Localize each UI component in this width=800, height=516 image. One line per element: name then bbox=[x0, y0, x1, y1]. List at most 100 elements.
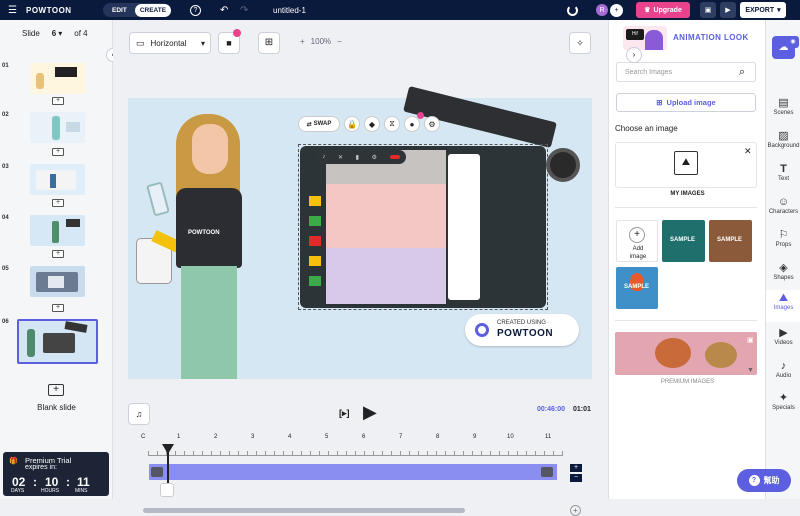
zoom-in-button[interactable]: + bbox=[300, 37, 305, 46]
settings-icon[interactable]: ⚙ bbox=[424, 116, 440, 132]
search-placeholder: Search Images bbox=[625, 69, 673, 76]
upgrade-button[interactable]: ♛ Upgrade bbox=[636, 2, 690, 18]
export-button[interactable]: EXPORT ▾ bbox=[740, 2, 786, 18]
search-input[interactable]: Search Images ⌕ bbox=[616, 62, 756, 82]
slide-thumbnail[interactable] bbox=[30, 266, 85, 297]
slide-thumbnail[interactable] bbox=[30, 164, 85, 195]
add-slide-button[interactable]: + bbox=[52, 199, 64, 207]
undo-icon[interactable]: ↶ bbox=[220, 0, 228, 20]
redo-icon[interactable]: ↷ bbox=[240, 0, 248, 20]
slide-selector[interactable]: Slide 6 ▾ of 4 bbox=[22, 29, 88, 38]
chat-icon[interactable]: ◉ bbox=[787, 36, 799, 48]
lock-icon[interactable]: 🔒 bbox=[344, 116, 360, 132]
grid-icon: ⊞ bbox=[264, 37, 274, 48]
add-slide-button[interactable]: + bbox=[52, 97, 64, 105]
slide-thumbnail-active[interactable] bbox=[17, 319, 98, 364]
add-image-label: Add image bbox=[629, 246, 647, 260]
end-marker-icon[interactable] bbox=[541, 467, 553, 477]
play-icon[interactable]: ▶ bbox=[720, 2, 736, 18]
add-blank-slide-button[interactable]: + bbox=[48, 384, 64, 396]
total-time: 01:01 bbox=[573, 406, 591, 413]
start-marker-icon[interactable] bbox=[151, 467, 163, 477]
rail-shapes[interactable]: ◈ Shapes bbox=[766, 262, 800, 281]
add-slide-button[interactable]: + bbox=[52, 148, 64, 156]
rail-text[interactable]: T Text bbox=[766, 163, 800, 182]
playhead-handle[interactable] bbox=[160, 483, 174, 497]
slide-number: 03 bbox=[2, 164, 9, 170]
tick-label: 3 bbox=[251, 434, 255, 440]
scenes-icon: ▤ bbox=[778, 97, 789, 109]
search-icon[interactable]: ⌕ bbox=[739, 66, 745, 79]
color-swatch bbox=[309, 216, 321, 226]
rail-audio[interactable]: ♪ Audio bbox=[766, 360, 800, 379]
timeline-zoom-in-button[interactable]: + bbox=[570, 464, 582, 472]
flip-icon[interactable]: ⧖ bbox=[384, 116, 400, 132]
images-icon: ⛰ bbox=[778, 292, 789, 304]
music-button[interactable]: ♫ bbox=[128, 403, 150, 425]
panel-header: ANIMATION LOOK bbox=[673, 33, 749, 42]
music-icon: ♫ bbox=[135, 409, 143, 419]
tick-label: C bbox=[141, 434, 146, 440]
add-circle-icon: + bbox=[629, 227, 645, 243]
loading-spinner-icon bbox=[567, 0, 578, 20]
avatar[interactable]: R bbox=[596, 0, 608, 20]
create-tab[interactable]: CREATE bbox=[134, 3, 172, 17]
slide-thumbnail[interactable] bbox=[30, 112, 85, 143]
swap-button[interactable]: ⇄ SWAP bbox=[298, 116, 340, 132]
my-images-card[interactable]: ⛰ ✕ bbox=[615, 142, 757, 188]
image-tile-balloon[interactable]: SAMPLE bbox=[616, 267, 658, 309]
shirt-logo: POWTOON bbox=[188, 230, 220, 236]
collapse-right-icon[interactable]: › bbox=[626, 47, 642, 63]
stage[interactable]: POWTOON ⇄ SWAP 🔒 ◆ ⧖ ● ⚙ ♪ ✕ ▮ ⚙ CREATED USI… bbox=[128, 86, 592, 379]
cube-icon[interactable]: ◆ bbox=[364, 116, 380, 132]
slides-panel: Slide 6 ▾ of 4 01 + 02 + 03 + 04 + 05 + 06 … bbox=[0, 20, 113, 499]
text-icon: T bbox=[780, 163, 787, 175]
add-image-button[interactable]: + Add image bbox=[616, 220, 658, 262]
timeline-zoom-out-button[interactable]: − bbox=[570, 474, 582, 482]
banner-leaf bbox=[655, 338, 691, 368]
rail-specials[interactable]: ✦ Specials bbox=[766, 392, 800, 411]
rail-images[interactable]: ⛰ Images bbox=[766, 290, 800, 322]
horizontal-scrollbar[interactable] bbox=[143, 508, 465, 513]
grid-button[interactable]: ⊞ bbox=[258, 32, 280, 54]
rail-videos[interactable]: ▶ Videos bbox=[766, 327, 800, 346]
rail-props[interactable]: ⚐ Props bbox=[766, 229, 800, 248]
magic-button[interactable]: ✧ bbox=[569, 32, 591, 54]
chevron-down-icon[interactable]: ▼ bbox=[747, 367, 754, 374]
hi-badge: Hi! bbox=[626, 29, 644, 40]
trial-hours-label: HOURS bbox=[41, 488, 60, 494]
add-slide-button[interactable]: + bbox=[52, 304, 64, 312]
preview-icon[interactable]: ▣ bbox=[700, 2, 716, 18]
slide-thumbnail[interactable] bbox=[30, 63, 85, 94]
premium-trial-box[interactable]: 🎁 Premium Trial expires in: 02 : 10 : 11… bbox=[3, 452, 109, 496]
project-title[interactable]: untitled-1 bbox=[273, 0, 306, 20]
notification-dot bbox=[417, 112, 424, 119]
play-scene-icon[interactable]: [▸] bbox=[339, 408, 350, 419]
play-icon[interactable]: ▶ bbox=[363, 402, 377, 423]
add-user-icon[interactable]: + bbox=[610, 0, 623, 20]
edit-tab[interactable]: EDIT bbox=[107, 4, 132, 17]
timeline-track[interactable] bbox=[149, 464, 557, 480]
add-circle-icon[interactable]: + bbox=[570, 505, 581, 516]
animation-look-thumbnail[interactable]: Hi! bbox=[623, 26, 667, 50]
slide-thumbnail[interactable] bbox=[30, 215, 85, 246]
rail-background[interactable]: ▨ Background bbox=[766, 130, 800, 149]
zoom-out-button[interactable]: − bbox=[337, 37, 342, 46]
help-icon[interactable]: ? bbox=[190, 0, 201, 20]
rail-characters[interactable]: ☺ Characters bbox=[766, 196, 800, 215]
orientation-dropdown[interactable]: ▭ Horizontal ▾ bbox=[129, 32, 211, 54]
close-icon[interactable]: ✕ bbox=[744, 146, 752, 157]
premium-images-banner[interactable]: ▣ bbox=[615, 332, 757, 375]
menu-icon[interactable]: ☰ bbox=[8, 0, 17, 20]
watermark-badge[interactable]: CREATED USING POWTOON bbox=[465, 314, 579, 346]
chevron-down-icon: ▾ bbox=[777, 7, 781, 14]
rail-scenes[interactable]: ▤ Scenes bbox=[766, 97, 800, 116]
image-tile-dog[interactable]: SAMPLE bbox=[709, 220, 752, 262]
tick-label: 11 bbox=[545, 434, 552, 440]
divider bbox=[615, 320, 757, 321]
help-button[interactable]: ? 幫助 bbox=[737, 469, 791, 492]
upload-image-button[interactable]: ⊞ Upload image bbox=[616, 93, 756, 112]
add-slide-button[interactable]: + bbox=[52, 250, 64, 258]
chevron-down-icon: ▾ bbox=[200, 38, 205, 48]
image-tile-forest[interactable]: SAMPLE bbox=[662, 220, 705, 262]
